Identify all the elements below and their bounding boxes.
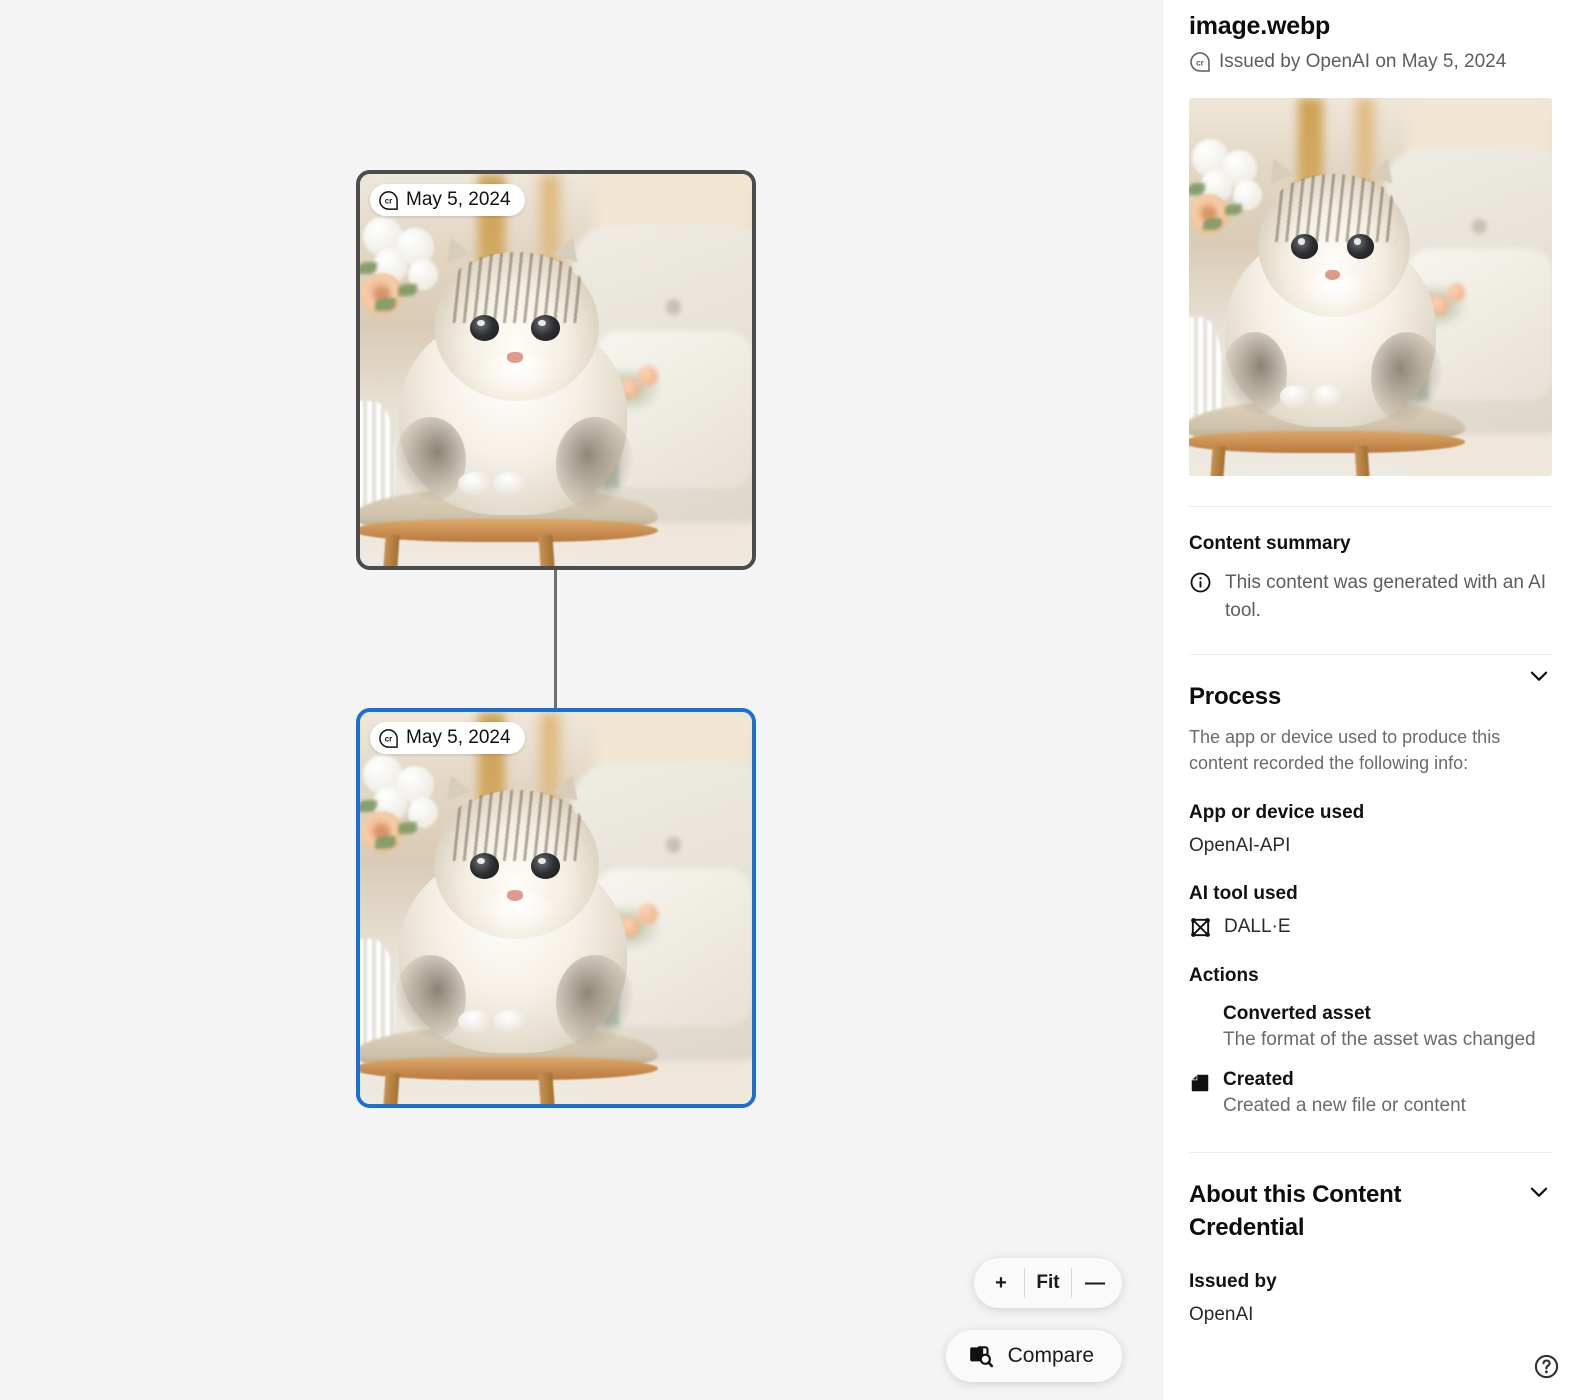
created-icon — [1191, 1074, 1209, 1091]
details-sidebar[interactable]: image.webp cr Issued by OpenAI on May 5,… — [1162, 0, 1578, 1400]
action-description: Created a new file or content — [1223, 1094, 1466, 1116]
provenance-node-parent[interactable]: cr May 5, 2024 — [356, 170, 756, 570]
about-section-header[interactable]: About this Content Credential — [1189, 1153, 1552, 1244]
process-description: The app or device used to produce this c… — [1189, 726, 1501, 773]
process-heading: Process — [1189, 683, 1281, 711]
app-or-device-value: OpenAI-API — [1189, 834, 1291, 856]
content-credentials-viewer: cr May 5, 2024 cr May 5, 2024 + Fit — Co… — [0, 0, 1578, 1400]
cr-icon: cr — [379, 728, 398, 748]
action-name: Created — [1223, 1068, 1294, 1090]
node-image-selected — [360, 712, 752, 1104]
chevron-down-icon[interactable] — [1526, 663, 1552, 689]
content-summary-heading: Content summary — [1189, 533, 1351, 554]
issuer-text: Issued by OpenAI on May 5, 2024 — [1219, 51, 1507, 72]
node-badge: cr May 5, 2024 — [370, 184, 525, 216]
help-circle-icon[interactable] — [1533, 1353, 1560, 1380]
content-summary-row: This content was generated with an AI to… — [1189, 569, 1552, 624]
action-item: Created Created a new file or content — [1189, 1069, 1552, 1119]
actions-label: Actions — [1189, 964, 1259, 986]
node-badge: cr May 5, 2024 — [370, 722, 525, 754]
process-section-header[interactable]: Process — [1189, 655, 1552, 714]
compare-button[interactable]: Compare — [945, 1330, 1122, 1382]
zoom-out-button[interactable]: — — [1072, 1259, 1118, 1307]
svg-text:cr: cr — [385, 196, 392, 205]
node-image-parent — [360, 174, 752, 566]
ai-tool-label: AI tool used — [1189, 882, 1298, 904]
app-or-device-label: App or device used — [1189, 801, 1365, 823]
node-badge-label: May 5, 2024 — [406, 189, 511, 210]
compare-button-label: Compare — [1007, 1344, 1094, 1367]
page-title: image.webp — [1189, 12, 1331, 40]
issued-by-label: Issued by — [1189, 1270, 1277, 1292]
issued-by-value: OpenAI — [1189, 1303, 1254, 1325]
section-divider — [1189, 506, 1552, 507]
about-heading: About this Content Credential — [1189, 1181, 1402, 1241]
action-item: Converted asset The format of the asset … — [1223, 1003, 1552, 1053]
compare-icon — [969, 1346, 993, 1368]
action-name: Converted asset — [1223, 1002, 1371, 1024]
issuer-line: cr Issued by OpenAI on May 5, 2024 — [1189, 51, 1552, 73]
svg-text:cr: cr — [385, 734, 392, 743]
ai-tool-value-row: DALL·E — [1189, 916, 1552, 939]
svg-text:cr: cr — [1196, 58, 1205, 67]
action-description: The format of the asset was changed — [1223, 1028, 1536, 1050]
zoom-controls[interactable]: + Fit — — [974, 1258, 1122, 1308]
content-summary-text: This content was generated with an AI to… — [1225, 572, 1547, 621]
zoom-in-button[interactable]: + — [978, 1259, 1024, 1307]
node-connector-line — [554, 570, 557, 710]
info-icon — [1190, 572, 1211, 593]
node-badge-label: May 5, 2024 — [406, 727, 511, 748]
dalle-icon — [1191, 918, 1210, 937]
chevron-down-icon[interactable] — [1526, 1179, 1552, 1205]
provenance-node-selected[interactable]: cr May 5, 2024 — [356, 708, 756, 1108]
cr-icon: cr — [1190, 52, 1210, 72]
thumbnail-image — [1189, 98, 1552, 476]
zoom-fit-button[interactable]: Fit — [1025, 1259, 1071, 1307]
asset-thumbnail[interactable] — [1189, 98, 1552, 476]
ai-tool-value: DALL·E — [1224, 916, 1291, 938]
cr-icon: cr — [379, 190, 398, 210]
provenance-canvas[interactable]: cr May 5, 2024 cr May 5, 2024 + Fit — Co… — [0, 0, 1162, 1400]
